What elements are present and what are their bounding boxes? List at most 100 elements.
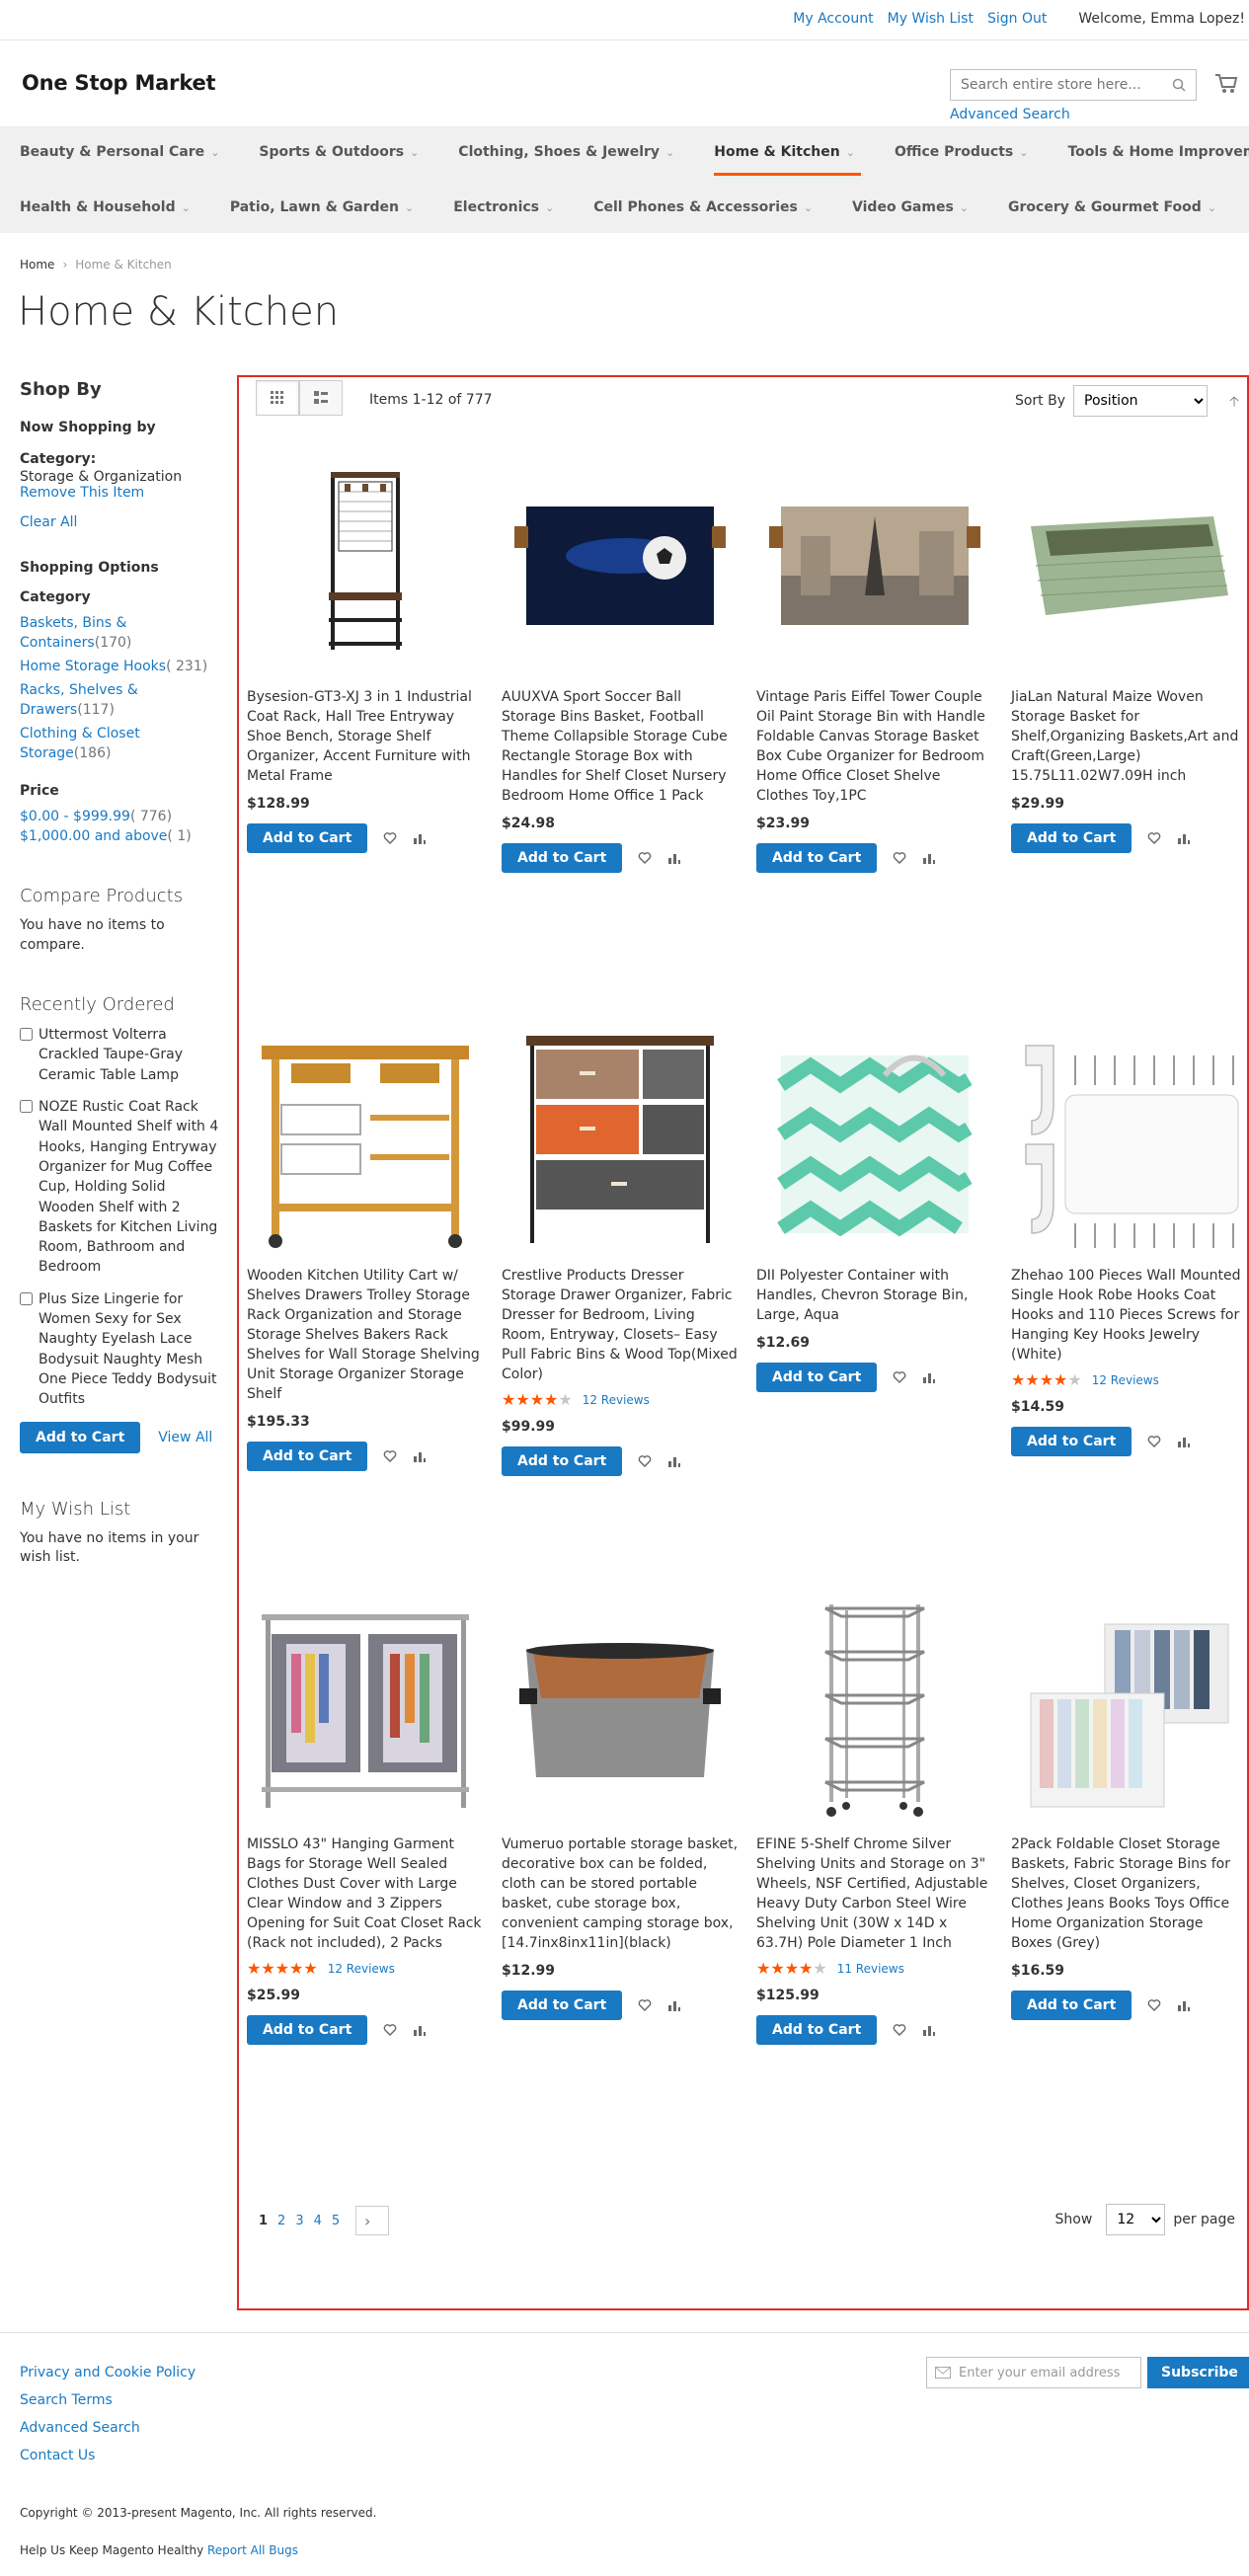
compare-icon[interactable]	[413, 831, 427, 845]
privacy-link[interactable]: Privacy and Cookie Policy	[20, 2359, 195, 2386]
add-to-cart-button[interactable]: Add to Cart	[1011, 823, 1132, 853]
wishlist-heart-icon[interactable]	[638, 1454, 652, 1468]
search-icon[interactable]	[1172, 78, 1186, 92]
add-to-cart-button[interactable]: Add to Cart	[247, 823, 368, 853]
add-to-cart-button[interactable]: Add to Cart	[756, 1363, 878, 1392]
product-image[interactable]	[247, 1021, 484, 1258]
product-name[interactable]: Bysesion-GT3-XJ 3 in 1 Industrial Coat R…	[247, 687, 484, 786]
product-name[interactable]: Zhehao 100 Pieces Wall Mounted Single Ho…	[1011, 1266, 1248, 1365]
wishlist-heart-icon[interactable]	[638, 851, 652, 865]
add-to-cart-button[interactable]: Add to Cart	[247, 2015, 368, 2045]
product-image[interactable]	[1011, 1590, 1248, 1827]
product-name[interactable]: Crestlive Products Dresser Storage Drawe…	[502, 1266, 739, 1384]
add-to-cart-button[interactable]: Add to Cart	[502, 843, 623, 873]
nav-item-home-kitchen[interactable]: Home & Kitchen ⌄	[694, 126, 875, 178]
contact-us-link[interactable]: Contact Us	[20, 2442, 195, 2469]
product-image[interactable]	[756, 1590, 993, 1827]
product-image[interactable]	[502, 1021, 739, 1258]
reviews-link[interactable]: 11 Reviews	[837, 1962, 904, 1976]
reviews-link[interactable]: 12 Reviews	[1092, 1373, 1159, 1387]
compare-icon[interactable]	[1177, 1435, 1191, 1448]
page-link[interactable]: 4	[314, 2214, 322, 2228]
my-wish-list-link[interactable]: My Wish List	[888, 11, 974, 27]
product-name[interactable]: 2Pack Foldable Closet Storage Baskets, F…	[1011, 1834, 1248, 1953]
product-image[interactable]	[756, 442, 993, 679]
recent-item-checkbox[interactable]	[20, 1100, 33, 1114]
remove-filter-link[interactable]: Remove This Item	[20, 485, 223, 501]
search-terms-link[interactable]: Search Terms	[20, 2386, 195, 2414]
nav-item-office[interactable]: Office Products ⌄	[875, 126, 1049, 178]
page-link[interactable]: 5	[332, 2214, 340, 2228]
product-image[interactable]	[1011, 442, 1248, 679]
product-name[interactable]: EFINE 5-Shelf Chrome Silver Shelving Uni…	[756, 1834, 993, 1953]
wishlist-heart-icon[interactable]	[893, 2023, 906, 2037]
wishlist-heart-icon[interactable]	[638, 1998, 652, 2012]
wishlist-heart-icon[interactable]	[383, 2023, 397, 2037]
add-to-cart-button[interactable]: Add to Cart	[1011, 1427, 1132, 1456]
product-name[interactable]: Vintage Paris Eiffel Tower Couple Oil Pa…	[756, 687, 993, 806]
nav-item-health[interactable]: Health & Household ⌄	[0, 182, 210, 233]
footer-advanced-search-link[interactable]: Advanced Search	[20, 2414, 195, 2442]
category-option[interactable]: Clothing & Closet Storage(186)	[20, 724, 223, 763]
add-to-cart-button[interactable]: Add to Cart	[247, 1442, 368, 1471]
compare-icon[interactable]	[667, 1454, 681, 1468]
product-image[interactable]	[247, 442, 484, 679]
product-image[interactable]	[247, 1590, 484, 1827]
page-link[interactable]: 2	[277, 2214, 285, 2228]
category-option[interactable]: Racks, Shelves & Drawers(117)	[20, 680, 223, 720]
my-account-link[interactable]: My Account	[793, 11, 873, 27]
product-image[interactable]	[502, 442, 739, 679]
reviews-link[interactable]: 12 Reviews	[328, 1962, 395, 1976]
view-all-link[interactable]: View All	[158, 1430, 212, 1445]
compare-icon[interactable]	[1177, 1998, 1191, 2012]
nav-item-beauty[interactable]: Beauty & Personal Care ⌄	[0, 126, 239, 178]
nav-item-grocery[interactable]: Grocery & Gourmet Food ⌄	[988, 182, 1236, 233]
add-to-cart-button[interactable]: Add to Cart	[502, 1991, 623, 2020]
recent-item-checkbox[interactable]	[20, 1028, 33, 1042]
report-bugs-link[interactable]: Report All Bugs	[207, 2543, 298, 2557]
advanced-search-link[interactable]: Advanced Search	[950, 107, 1070, 122]
compare-icon[interactable]	[922, 2023, 936, 2037]
product-name[interactable]: JiaLan Natural Maize Woven Storage Baske…	[1011, 687, 1248, 786]
recent-item-name[interactable]: Plus Size Lingerie for Women Sexy for Se…	[39, 1289, 223, 1410]
product-image[interactable]	[756, 1021, 993, 1258]
sort-direction-icon[interactable]: 🡡	[1229, 391, 1239, 415]
compare-icon[interactable]	[413, 2023, 427, 2037]
category-option-link[interactable]: Home Storage Hooks	[20, 659, 166, 674]
category-option[interactable]: Home Storage Hooks( 231)	[20, 657, 223, 676]
add-to-cart-button[interactable]: Add to Cart	[756, 2015, 878, 2045]
recent-add-to-cart-button[interactable]: Add to Cart	[20, 1421, 141, 1453]
product-name[interactable]: Wooden Kitchen Utility Cart w/ Shelves D…	[247, 1266, 484, 1404]
newsletter-email-field[interactable]: Enter your email address	[926, 2357, 1141, 2388]
product-name[interactable]: DII Polyester Container with Handles, Ch…	[756, 1266, 993, 1325]
product-name[interactable]: Vumeruo portable storage basket, decorat…	[502, 1834, 739, 1953]
compare-icon[interactable]	[667, 1998, 681, 2012]
product-image[interactable]	[1011, 1021, 1248, 1258]
next-page-button[interactable]: ›	[355, 2206, 390, 2235]
list-view-button[interactable]	[299, 380, 343, 416]
wishlist-heart-icon[interactable]	[383, 1449, 397, 1463]
wishlist-heart-icon[interactable]	[893, 851, 906, 865]
category-option[interactable]: Baskets, Bins & Containers(170)	[20, 613, 223, 653]
compare-icon[interactable]	[413, 1449, 427, 1463]
limit-select[interactable]: 12	[1106, 2204, 1166, 2235]
sign-out-link[interactable]: Sign Out	[987, 11, 1047, 27]
grid-view-button[interactable]	[256, 380, 299, 416]
recent-item-name[interactable]: Uttermost Volterra Crackled Taupe-Gray C…	[39, 1025, 223, 1085]
cart-icon[interactable]	[1214, 73, 1238, 95]
add-to-cart-button[interactable]: Add to Cart	[502, 1446, 623, 1476]
compare-icon[interactable]	[1177, 831, 1191, 845]
sort-select[interactable]: Position	[1073, 385, 1208, 417]
clear-all-link[interactable]: Clear All	[20, 514, 223, 530]
reviews-link[interactable]: 12 Reviews	[583, 1393, 650, 1407]
nav-item-patio[interactable]: Patio, Lawn & Garden ⌄	[210, 182, 433, 233]
wishlist-heart-icon[interactable]	[893, 1370, 906, 1384]
nav-item-electronics[interactable]: Electronics ⌄	[433, 182, 574, 233]
product-name[interactable]: MISSLO 43" Hanging Garment Bags for Stor…	[247, 1834, 484, 1953]
price-option[interactable]: $0.00 - $999.99( 776)	[20, 807, 223, 826]
nav-item-cell-phones[interactable]: Cell Phones & Accessories ⌄	[574, 182, 832, 233]
nav-item-clothing[interactable]: Clothing, Shoes & Jewelry ⌄	[438, 126, 694, 178]
wishlist-heart-icon[interactable]	[383, 831, 397, 845]
compare-icon[interactable]	[667, 851, 681, 865]
breadcrumb-home[interactable]: Home	[20, 258, 54, 272]
